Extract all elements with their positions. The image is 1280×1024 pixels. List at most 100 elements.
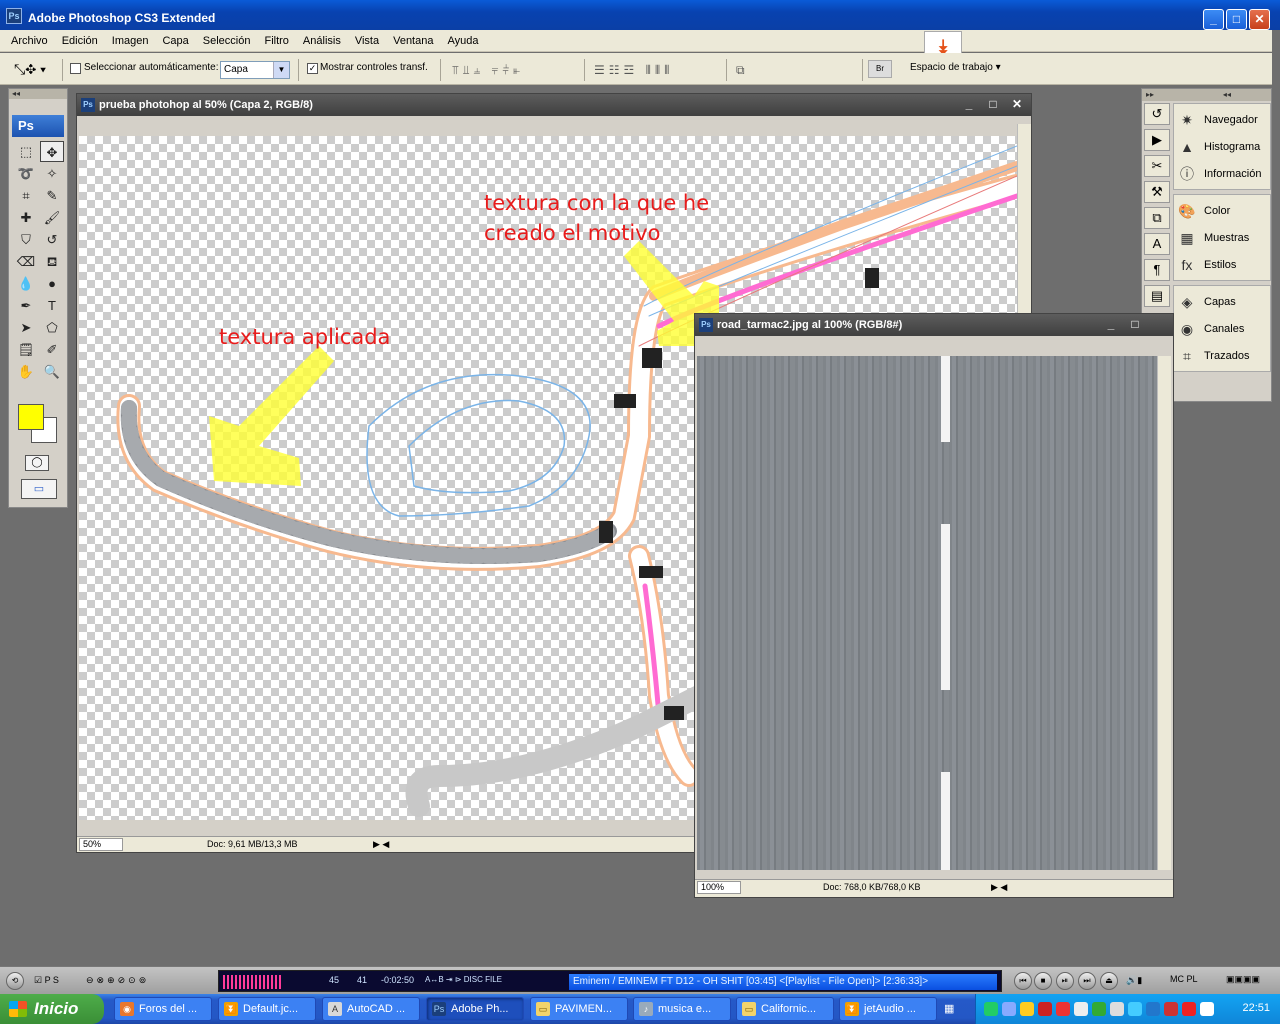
- panel-color[interactable]: 🎨 Color: [1174, 197, 1270, 224]
- document-info[interactable]: Doc: 9,61 MB/13,3 MB: [207, 839, 298, 849]
- prev-track-icon[interactable]: ⏮: [1014, 972, 1032, 990]
- minimize-button[interactable]: _: [1203, 9, 1224, 30]
- panel-trazados[interactable]: ⌗ Trazados: [1174, 342, 1270, 369]
- panel-informacion[interactable]: ⓘ Información: [1174, 160, 1270, 187]
- volume-icon[interactable]: 🔊▮: [1126, 975, 1142, 986]
- open-file-icon[interactable]: ⏏: [1100, 972, 1118, 990]
- doc-close-button[interactable]: ✕: [1009, 97, 1025, 113]
- eraser-tool-icon[interactable]: ⌫: [14, 251, 38, 272]
- layer-comps-icon[interactable]: ▤: [1144, 285, 1170, 307]
- menu-ventana[interactable]: Ventana: [386, 35, 440, 47]
- doc-minimize-button[interactable]: _: [961, 97, 977, 113]
- brush-tool-icon[interactable]: 🖌: [40, 207, 64, 228]
- maximize-button[interactable]: □: [1226, 9, 1247, 30]
- lasso-tool-icon[interactable]: ➰: [14, 163, 38, 184]
- tools-panel-header[interactable]: ◂◂: [9, 89, 67, 99]
- status-menu-arrow-icon[interactable]: ▶ ◀: [373, 839, 389, 850]
- zoom-tool-icon[interactable]: 🔍: [40, 361, 64, 382]
- eyedropper-tool-icon[interactable]: ✐: [40, 339, 64, 360]
- clock[interactable]: 22:51: [1242, 1002, 1270, 1014]
- doc-maximize-button[interactable]: □: [1127, 317, 1143, 333]
- tarmac-texture-image[interactable]: [697, 356, 1157, 870]
- panel-capas[interactable]: ◈ Capas: [1174, 288, 1270, 315]
- volume-tray-icon[interactable]: [1200, 1002, 1214, 1016]
- task-autocad[interactable]: A AutoCAD ...: [322, 997, 420, 1021]
- bridge-icon[interactable]: Br: [868, 60, 892, 78]
- tool-presets-icon[interactable]: ✂: [1144, 155, 1170, 177]
- menu-filtro[interactable]: Filtro: [257, 35, 295, 47]
- menu-vista[interactable]: Vista: [348, 35, 386, 47]
- vertical-scrollbar[interactable]: [1157, 356, 1171, 870]
- history-panel-icon[interactable]: ↺: [1144, 103, 1170, 125]
- player-mode-buttons-icon[interactable]: ⊖⊗⊕⊘⊙⊚: [86, 975, 149, 986]
- document-title-bar[interactable]: Ps prueba photohop al 50% (Capa 2, RGB/8…: [77, 94, 1031, 116]
- paint-bucket-tool-icon[interactable]: ⛾: [40, 251, 64, 272]
- character-panel-icon[interactable]: A: [1144, 233, 1170, 255]
- align-buttons-icon[interactable]: ⫪⫫⫨ ⫧⫩⫦: [452, 63, 524, 78]
- bluetooth-icon[interactable]: [1128, 1002, 1142, 1016]
- path-selection-tool-icon[interactable]: ➤: [14, 317, 38, 338]
- close-button[interactable]: ✕: [1249, 9, 1270, 30]
- doc-maximize-button[interactable]: □: [985, 97, 1001, 113]
- menu-ayuda[interactable]: Ayuda: [440, 35, 485, 47]
- zoom-field[interactable]: 50%: [79, 838, 123, 851]
- show-transform-checkbox[interactable]: ✓: [307, 63, 318, 74]
- audio-icon[interactable]: [1146, 1002, 1160, 1016]
- menu-edicion[interactable]: Edición: [55, 35, 105, 47]
- quick-launch-icon[interactable]: ▦: [944, 1002, 954, 1015]
- player-menu-icon[interactable]: ⟲: [6, 972, 24, 990]
- history-brush-tool-icon[interactable]: ↺: [40, 229, 64, 250]
- stop-icon[interactable]: ■: [1034, 972, 1052, 990]
- clone-source-icon[interactable]: ⧉: [1144, 207, 1170, 229]
- auto-align-icon[interactable]: ⧉: [736, 63, 749, 78]
- task-default[interactable]: ⏬ Default.jc...: [218, 997, 316, 1021]
- paragraph-panel-icon[interactable]: ¶: [1144, 259, 1170, 281]
- auto-select-checkbox[interactable]: [70, 63, 81, 74]
- blur-tool-icon[interactable]: 💧: [14, 273, 38, 294]
- workspace-menu[interactable]: Espacio de trabajo ▾: [910, 62, 1001, 73]
- texture-title-bar[interactable]: Ps road_tarmac2.jpg al 100% (RGB/8#) _ □: [695, 314, 1173, 336]
- magic-wand-tool-icon[interactable]: ✧: [40, 163, 64, 184]
- menu-capa[interactable]: Capa: [155, 35, 195, 47]
- task-jetaudio[interactable]: ⏬ jetAudio ...: [839, 997, 937, 1021]
- play-pause-icon[interactable]: ⏯: [1056, 972, 1074, 990]
- slice-tool-icon[interactable]: ✎: [40, 185, 64, 206]
- player-mini-buttons-icon[interactable]: ☑ P S: [34, 975, 59, 986]
- zoom-field[interactable]: 100%: [697, 881, 741, 894]
- antivirus-icon[interactable]: [1056, 1002, 1070, 1016]
- display-icon[interactable]: [1002, 1002, 1016, 1016]
- marquee-tool-icon[interactable]: ⬚: [14, 141, 38, 162]
- auto-select-dropdown[interactable]: Capa ▼: [220, 61, 290, 79]
- distribute-buttons-icon[interactable]: ☰☷☲ ⦀⦀⦀: [594, 63, 673, 78]
- doc-minimize-button[interactable]: _: [1103, 317, 1119, 333]
- flash-icon[interactable]: [1164, 1002, 1178, 1016]
- notes-tool-icon[interactable]: 🗒: [14, 339, 38, 360]
- texture-document-info[interactable]: Doc: 768,0 KB/768,0 KB: [823, 882, 921, 892]
- clone-stamp-tool-icon[interactable]: ⛉: [14, 229, 38, 250]
- messenger-icon[interactable]: [1092, 1002, 1106, 1016]
- menu-analisis[interactable]: Análisis: [296, 35, 348, 47]
- panel-histograma[interactable]: ▲ Histograma: [1174, 133, 1270, 160]
- menu-seleccion[interactable]: Selección: [196, 35, 258, 47]
- hand-tool-icon[interactable]: ✋: [14, 361, 38, 382]
- task-musica[interactable]: ♪ musica e...: [633, 997, 731, 1021]
- dodge-tool-icon[interactable]: ●: [40, 273, 64, 294]
- task-photoshop[interactable]: Ps Adobe Ph...: [426, 997, 524, 1021]
- task-pavimen[interactable]: ▭ PAVIMEN...: [530, 997, 628, 1021]
- shield-icon[interactable]: [1020, 1002, 1034, 1016]
- dock-header[interactable]: ▸▸ ◂◂: [1142, 89, 1271, 101]
- menu-imagen[interactable]: Imagen: [105, 35, 156, 47]
- next-track-icon[interactable]: ⏭: [1078, 972, 1096, 990]
- task-firefox[interactable]: ◉ Foros del ...: [114, 997, 212, 1021]
- player-mode-mc-pl-icon[interactable]: MC PL: [1170, 974, 1198, 984]
- menu-archivo[interactable]: Archivo: [4, 35, 55, 47]
- pen-tool-icon[interactable]: ✒: [14, 295, 38, 316]
- brushes-panel-icon[interactable]: ⚒: [1144, 181, 1170, 203]
- panel-muestras[interactable]: ▦ Muestras: [1174, 224, 1270, 251]
- move-tool-icon[interactable]: ✥: [40, 141, 64, 162]
- acrobat-icon[interactable]: [1074, 1002, 1088, 1016]
- ati-icon[interactable]: [1038, 1002, 1052, 1016]
- player-window-buttons-icon[interactable]: ▣▣▣▣: [1226, 974, 1260, 985]
- type-tool-icon[interactable]: T: [40, 295, 64, 316]
- shape-tool-icon[interactable]: ⬠: [40, 317, 64, 338]
